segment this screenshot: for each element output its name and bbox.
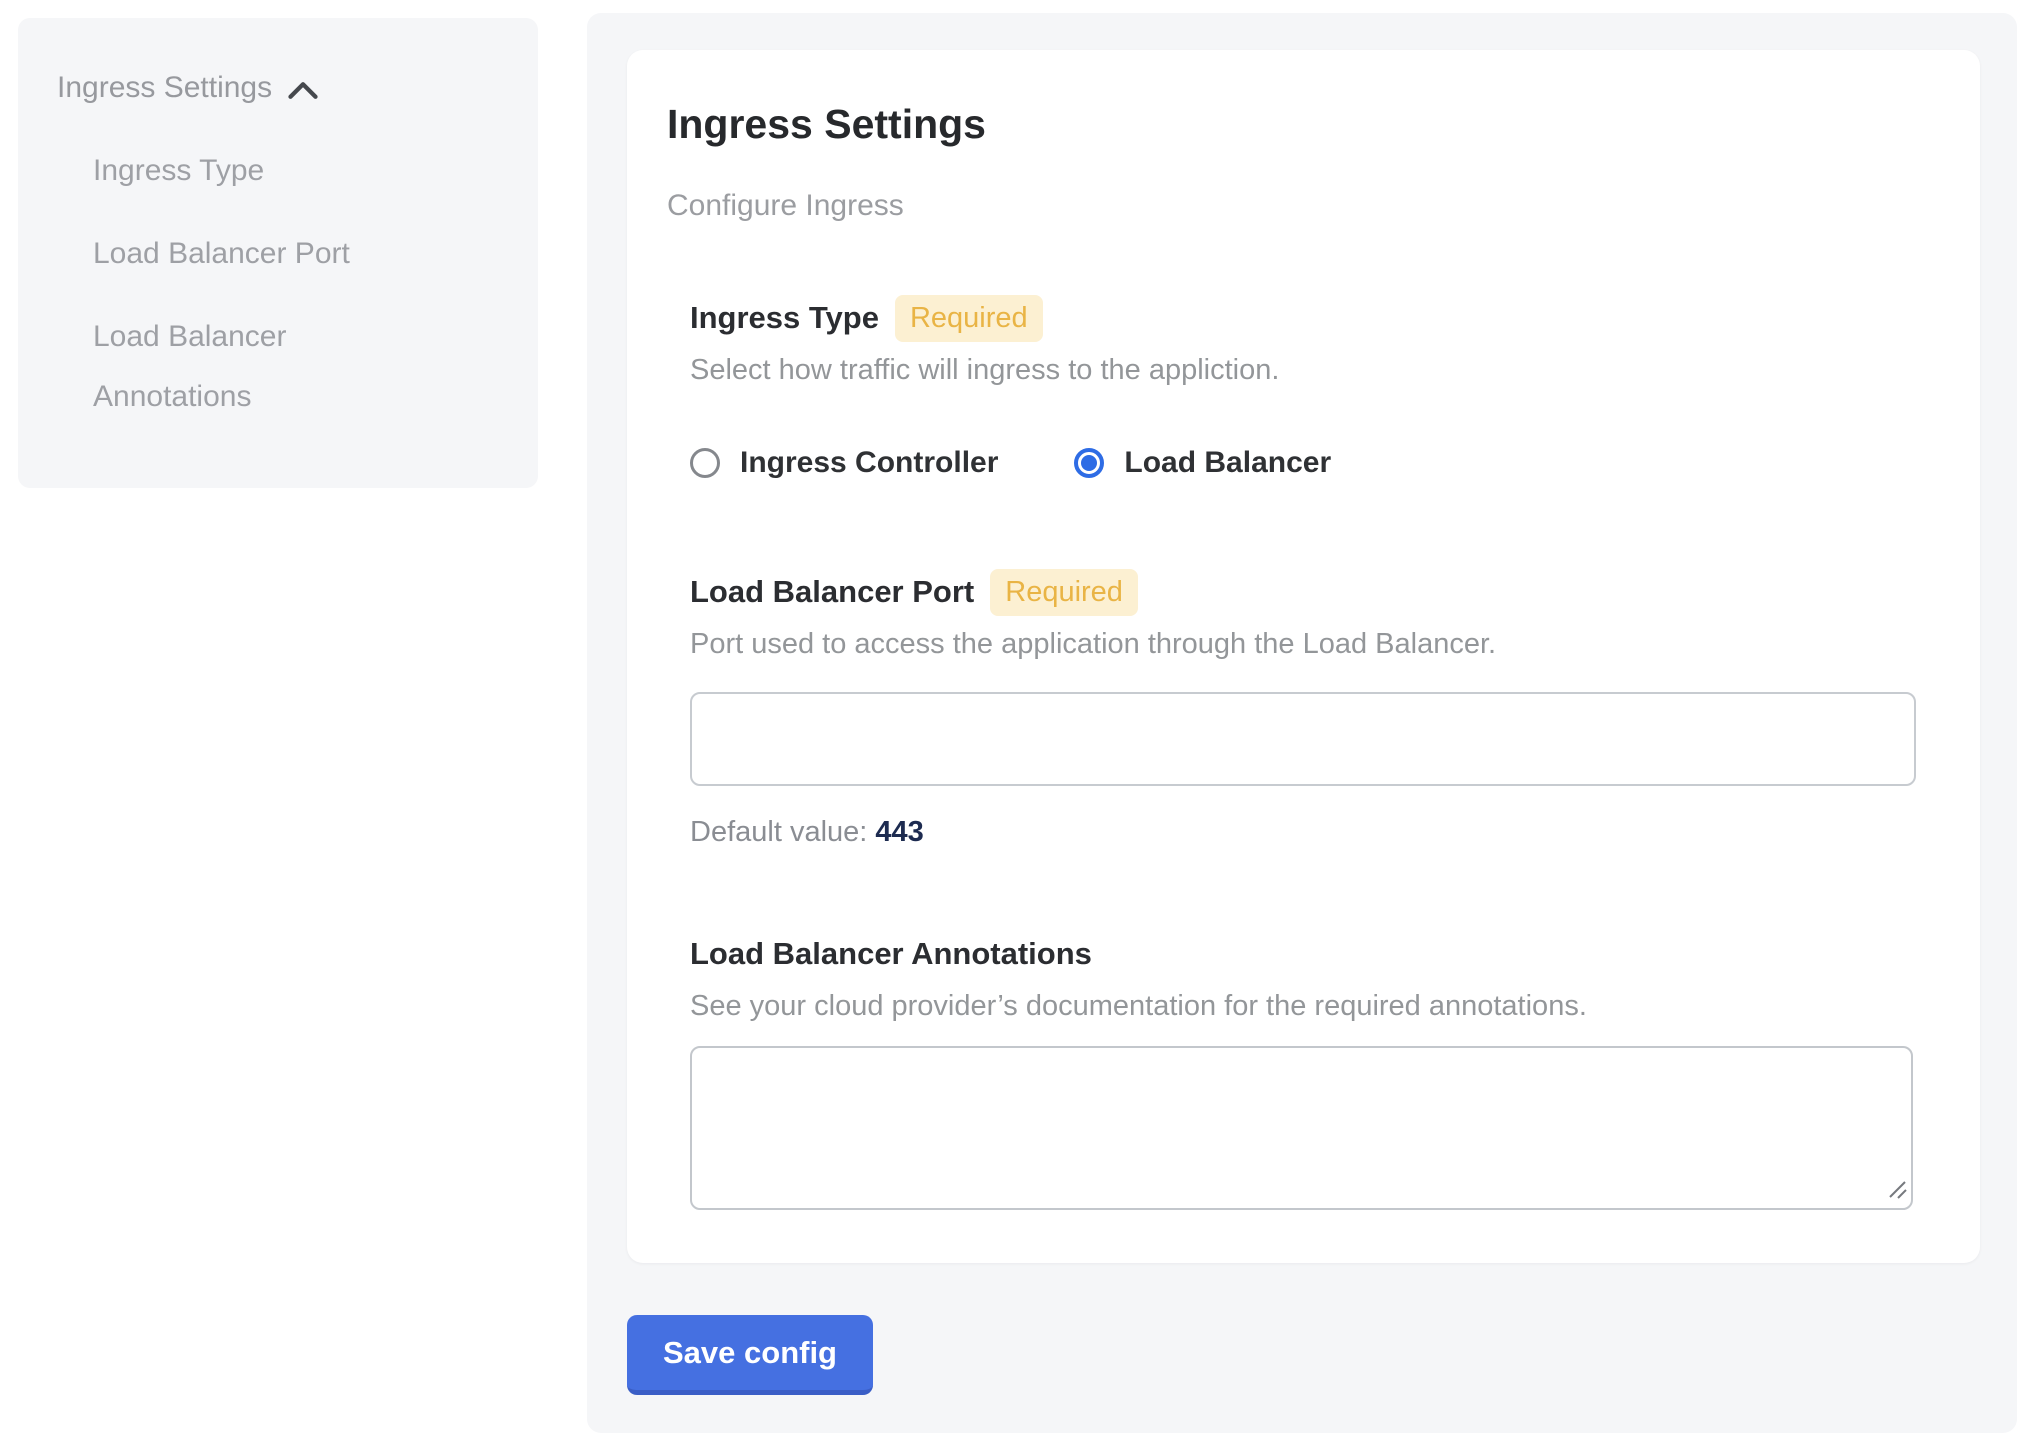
- ingress-settings-card: Ingress Settings Configure Ingress Ingre…: [627, 50, 1980, 1263]
- ingress-settings-panel: Ingress Settings Configure Ingress Ingre…: [587, 13, 2017, 1433]
- radio-label: Load Balancer: [1124, 446, 1331, 480]
- load-balancer-port-description: Port used to access the application thro…: [690, 624, 1920, 664]
- save-config-button[interactable]: Save config: [627, 1315, 873, 1395]
- default-value-label: Default value:: [690, 816, 867, 848]
- default-value-number: 443: [875, 816, 923, 848]
- required-badge: Required: [990, 569, 1138, 616]
- radio-load-balancer[interactable]: Load Balancer: [1074, 446, 1331, 480]
- settings-sidebar: Ingress Settings Ingress Type Load Balan…: [18, 18, 538, 488]
- radio-unselected-icon: [690, 448, 720, 478]
- radio-ingress-controller[interactable]: Ingress Controller: [690, 446, 998, 480]
- section-load-balancer-port: Load Balancer Port Required Port used to…: [690, 568, 1920, 850]
- page-subtitle: Configure Ingress: [667, 188, 1920, 224]
- default-value-note: Default value:443: [690, 814, 1920, 850]
- radio-label: Ingress Controller: [740, 446, 998, 480]
- load-balancer-port-label: Load Balancer Port: [690, 574, 974, 610]
- load-balancer-port-input[interactable]: [690, 692, 1916, 786]
- sidebar-item-load-balancer-port[interactable]: Load Balancer Port: [93, 224, 393, 284]
- section-load-balancer-annotations: Load Balancer Annotations See your cloud…: [690, 930, 1920, 1210]
- ingress-type-description: Select how traffic will ingress to the a…: [690, 350, 1920, 390]
- section-ingress-type: Ingress Type Required Select how traffic…: [690, 294, 1920, 486]
- page-title: Ingress Settings: [667, 100, 1920, 148]
- ingress-type-label: Ingress Type: [690, 300, 879, 336]
- sidebar-item-ingress-type[interactable]: Ingress Type: [93, 141, 393, 201]
- ingress-type-options: Ingress Controller Load Balancer: [690, 440, 1920, 486]
- radio-selected-icon: [1074, 448, 1104, 478]
- load-balancer-annotations-label: Load Balancer Annotations: [690, 936, 1092, 972]
- load-balancer-annotations-description: See your cloud provider’s documentation …: [690, 986, 1920, 1026]
- sidebar-item-load-balancer-annotations[interactable]: Load Balancer Annotations: [93, 307, 393, 427]
- chevron-up-icon: [288, 81, 318, 100]
- resize-handle-icon[interactable]: [1886, 1178, 1908, 1205]
- load-balancer-annotations-textarea[interactable]: [690, 1046, 1913, 1210]
- required-badge: Required: [895, 295, 1043, 342]
- sidebar-section-ingress-settings[interactable]: Ingress Settings: [57, 58, 508, 118]
- sidebar-section-label: Ingress Settings: [57, 71, 272, 105]
